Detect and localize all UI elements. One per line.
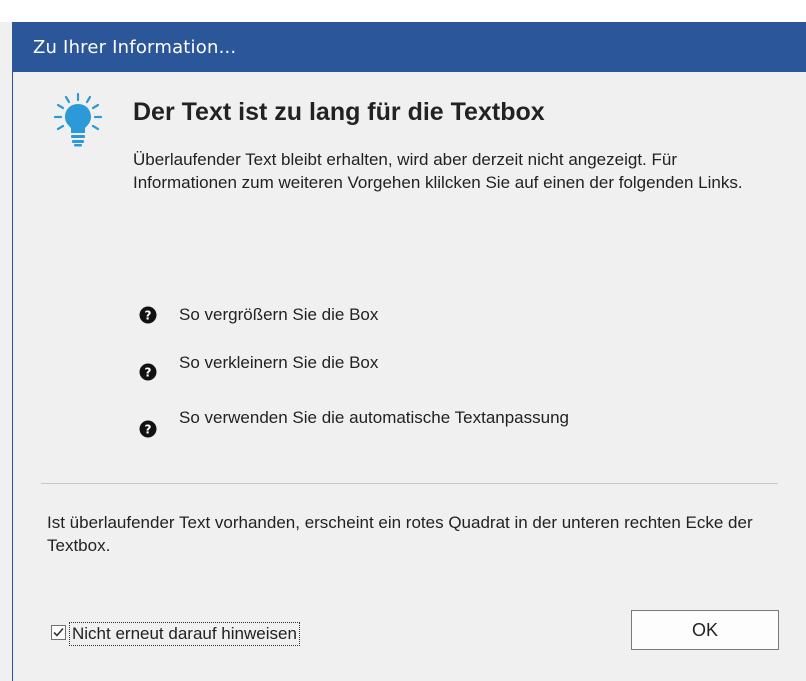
svg-text:?: ? [145,309,152,323]
divider [41,483,778,484]
checkbox[interactable] [51,625,66,640]
checkmark-icon [53,627,64,637]
dialog-title: Zu Ihrer Information... [33,37,237,58]
link-label: So vergrößern Sie die Box [179,305,379,324]
help-circle-icon: ? [139,420,157,438]
link-autofit[interactable]: ? So verwenden Sie die automatische Text… [133,405,693,441]
ok-button[interactable]: OK [631,610,779,650]
link-label: So verwenden Sie die automatische Textan… [179,408,569,427]
overflow-note: Ist überlaufender Text vorhanden, ersche… [47,513,753,555]
dialog-heading: Der Text ist zu lang für die Textbox [133,98,545,126]
help-circle-icon: ? [139,363,157,381]
checkbox-label: Nicht erneut darauf hinweisen [69,622,300,646]
link-enlarge-box[interactable]: ? So vergrößern Sie die Box [133,302,533,328]
title-bar[interactable]: Zu Ihrer Information... [13,22,806,72]
link-label: So verkleinern Sie die Box [179,353,379,372]
link-shrink-box[interactable]: ? So verkleinern Sie die Box [133,350,533,384]
window-top-frame [0,0,806,22]
help-circle-icon: ? [139,306,157,324]
svg-text:?: ? [145,423,152,437]
lightbulb-icon [53,92,103,147]
dialog-message: Überlaufender Text bleibt erhalten, wird… [133,150,743,192]
svg-text:?: ? [145,366,152,380]
info-dialog: Zu Ihrer Information... Der Text ist zu … [12,22,806,681]
